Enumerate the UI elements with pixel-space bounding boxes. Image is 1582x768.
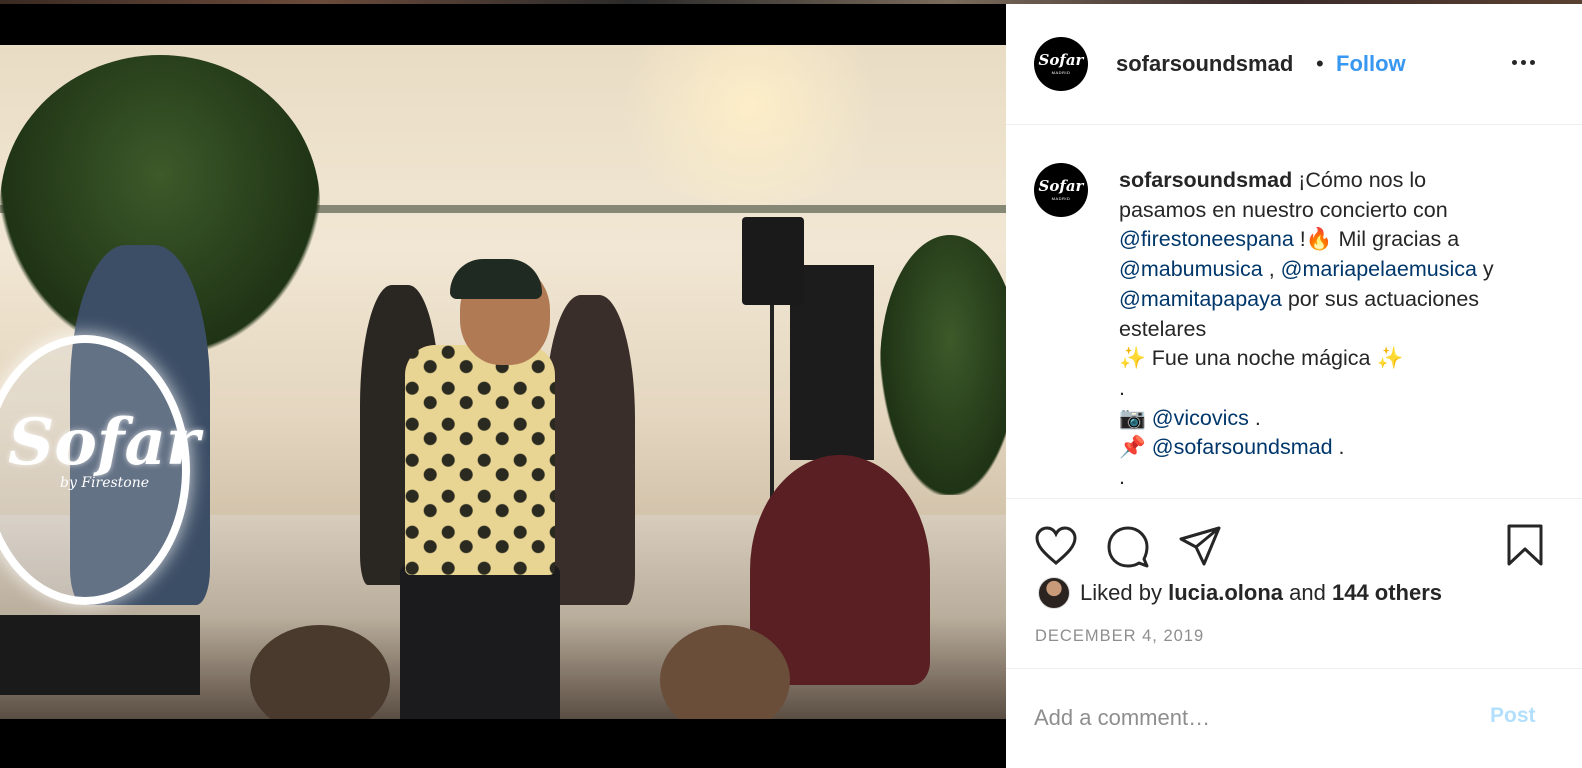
singer-shirt xyxy=(405,345,555,575)
sofar-sign-logo: Sofar xyxy=(8,405,200,480)
action-bar: Liked by lucia.olona and 144 others DECE… xyxy=(1006,498,1582,668)
post-photo[interactable]: Sofar by Firestone xyxy=(0,45,1006,719)
mention-link[interactable]: @firestoneespana xyxy=(1119,227,1294,251)
likes-and: and xyxy=(1289,580,1326,605)
caption-line: 📌 @sofarsoundsmad . xyxy=(1119,433,1559,463)
caption-text-part: . xyxy=(1248,405,1261,430)
mention-link[interactable]: @mamitapapaya xyxy=(1119,287,1282,311)
caption-text-part: ¡Cómo nos lo xyxy=(1298,168,1427,192)
avatar-logo-sub: MADRID xyxy=(1051,196,1071,201)
profile-avatar[interactable]: Sofar MADRID xyxy=(1034,37,1088,91)
liker-avatar[interactable] xyxy=(1038,577,1070,609)
pin-icon: 📌 xyxy=(1119,435,1146,460)
caption-avatar[interactable]: Sofar MADRID xyxy=(1034,163,1088,217)
caption-line: . xyxy=(1119,375,1125,400)
post-photo-container: Sofar by Firestone xyxy=(0,4,1006,768)
heart-icon[interactable] xyxy=(1034,525,1078,572)
more-dot xyxy=(1512,60,1517,65)
share-icon[interactable] xyxy=(1178,525,1222,572)
plant-right xyxy=(880,235,1006,495)
likes-others[interactable]: 144 others xyxy=(1332,580,1442,606)
caption-line: ✨ Fue una noche mágica ✨ xyxy=(1119,346,1404,371)
avatar-logo: Sofar xyxy=(1038,51,1084,69)
caption-line: sofarsoundsmad ¡Cómo nos lo xyxy=(1119,166,1559,196)
singer-cap xyxy=(450,259,542,299)
comment-icon[interactable] xyxy=(1106,525,1150,574)
header-separator: • xyxy=(1316,51,1324,76)
liker-username[interactable]: lucia.olona xyxy=(1168,580,1283,606)
more-dot xyxy=(1521,60,1526,65)
avatar-logo: Sofar xyxy=(1038,177,1084,195)
caption-text-part: . xyxy=(1332,435,1345,460)
caption-line: @mamitapapaya por sus actuaciones xyxy=(1119,285,1559,315)
follow-button[interactable]: Follow xyxy=(1336,51,1406,77)
caption-line: 📷 @vicovics . xyxy=(1119,404,1559,434)
caption-line: estelares xyxy=(1119,316,1207,341)
caption-username[interactable]: sofarsoundsmad xyxy=(1119,168,1292,192)
post-date[interactable]: DECEMBER 4, 2019 xyxy=(1035,627,1204,646)
singer-pants xyxy=(400,565,560,719)
caption-line: @firestoneespana !🔥 Mil gracias a xyxy=(1119,225,1559,255)
likes-summary: Liked by lucia.olona and 144 others xyxy=(1038,577,1442,609)
caption-area[interactable]: Sofar MADRID sofarsoundsmad ¡Cómo nos lo… xyxy=(1006,126,1582,498)
ceiling-light xyxy=(600,45,900,205)
post-button[interactable]: Post xyxy=(1490,704,1536,728)
camera-icon: 📷 xyxy=(1119,405,1146,430)
likes-prefix: Liked by xyxy=(1080,580,1162,605)
post-sidebar: Sofar MADRID sofarsoundsmad • Follow Sof… xyxy=(1006,4,1582,768)
mention-link[interactable]: @mabumusica xyxy=(1119,257,1263,281)
caption-text: sofarsoundsmad ¡Cómo nos lo pasamos en n… xyxy=(1119,166,1559,493)
comment-input[interactable] xyxy=(1034,701,1454,735)
caption-text-part: , xyxy=(1262,257,1281,282)
post-header: Sofar MADRID sofarsoundsmad • Follow xyxy=(1006,4,1582,125)
sign-base xyxy=(0,615,200,695)
caption-text-part: por sus actuaciones xyxy=(1281,286,1480,311)
caption-text-part: !🔥 Mil gracias a xyxy=(1293,227,1460,252)
more-dot xyxy=(1530,60,1535,65)
more-icon[interactable] xyxy=(1512,60,1535,65)
mention-link[interactable]: @mariapelaemusica xyxy=(1281,257,1477,281)
mention-link[interactable]: @sofarsoundsmad xyxy=(1152,435,1333,459)
bookmark-icon[interactable] xyxy=(1506,523,1544,572)
caption-line: @mabumusica , @mariapelaemusica y xyxy=(1119,255,1559,285)
avatar-logo-sub: MADRID xyxy=(1051,70,1071,75)
sofar-sign-sub: by Firestone xyxy=(60,475,150,491)
caption-text-part: y xyxy=(1476,257,1494,282)
caption-line: pasamos en nuestro concierto con xyxy=(1119,197,1448,222)
guitarist-right xyxy=(545,295,635,605)
mention-link[interactable]: @vicovics xyxy=(1152,406,1249,430)
caption-line: . xyxy=(1119,465,1125,490)
header-username[interactable]: sofarsoundsmad xyxy=(1116,51,1293,77)
speaker xyxy=(742,217,804,305)
comment-bar: Post xyxy=(1006,668,1582,768)
